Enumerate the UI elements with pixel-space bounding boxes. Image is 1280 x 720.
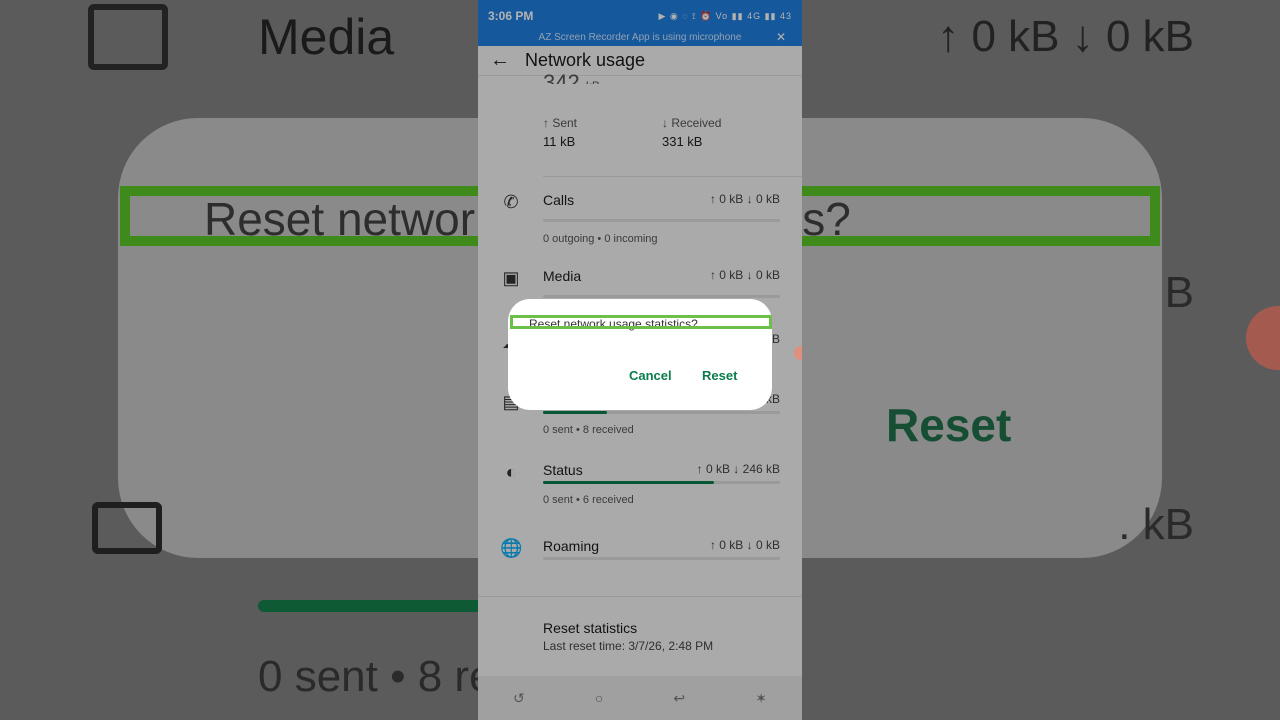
bg-kb-1: B: [1164, 268, 1194, 317]
bg-reset-button: Reset: [886, 399, 1012, 451]
bg-media-stats: ↑ 0 kB ↓ 0 kB: [937, 12, 1194, 61]
bg-red-dot: [1246, 306, 1280, 370]
phone-screen: 3:06 PM ▶ ◉ ◌ ⟟ ⏰ Vo ▮▮ 4G ▮▮ 43 AZ Scre…: [478, 0, 802, 720]
bg-media-label: Media: [258, 9, 395, 65]
cancel-button[interactable]: Cancel: [629, 368, 672, 383]
reset-button[interactable]: Reset: [702, 368, 737, 383]
highlight-outline: [510, 315, 772, 329]
bg-media-icon: [88, 4, 168, 70]
bg-sent-text: 0 sent • 8 re: [258, 652, 494, 701]
bg-chat-icon: [92, 502, 162, 554]
reset-dialog: Reset network usage statistics? Cancel R…: [508, 299, 772, 410]
bg-progress-bar: [258, 600, 498, 612]
recording-dot: [794, 346, 802, 360]
bg-kb-2: . kB: [1118, 500, 1194, 549]
